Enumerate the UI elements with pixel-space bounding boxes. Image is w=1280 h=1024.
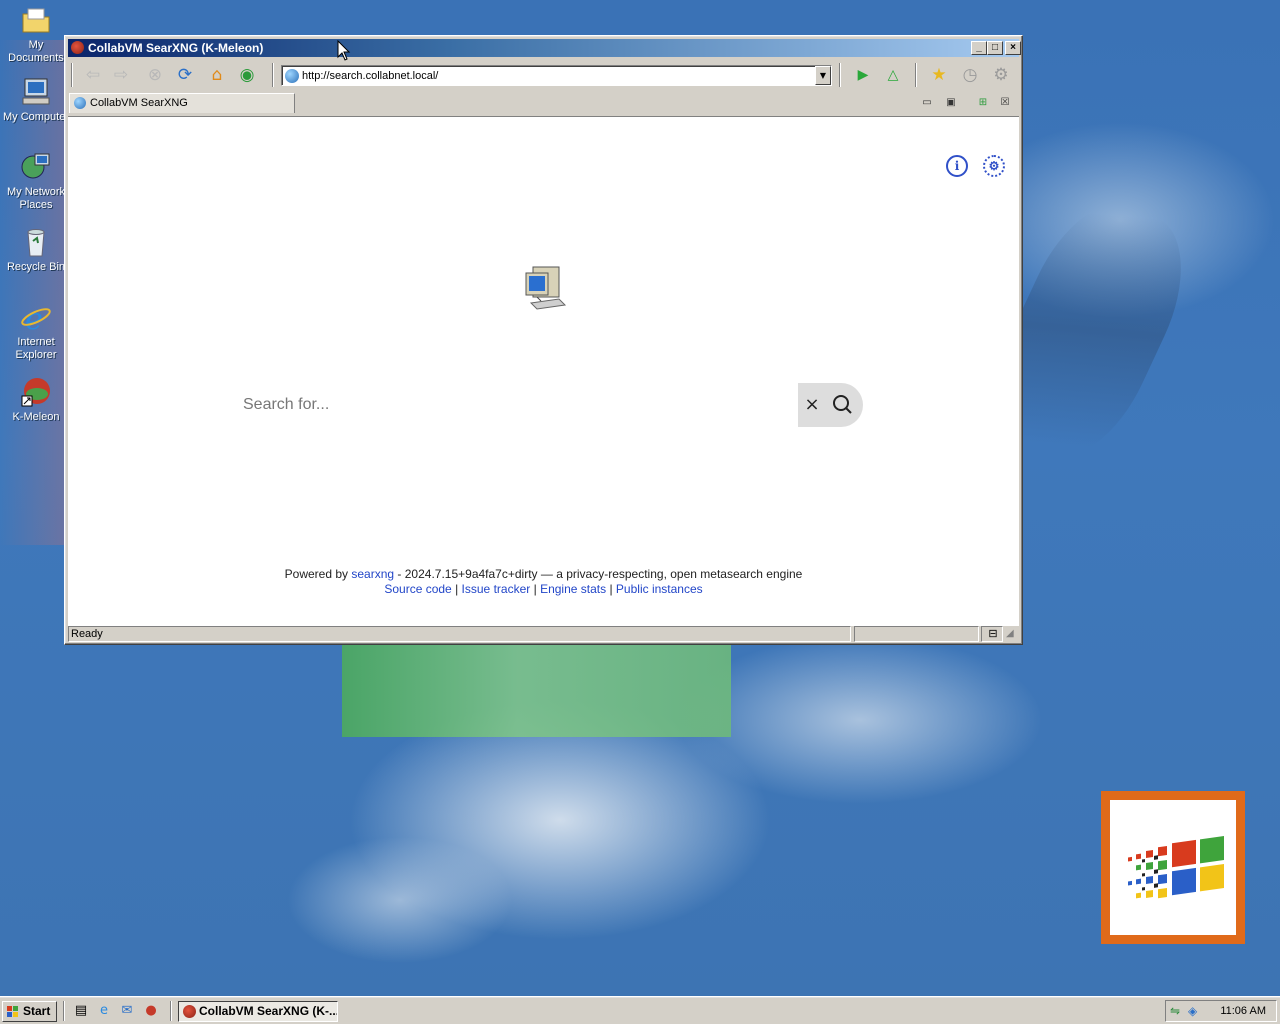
tab-bar: CollabVM SearXNG ▭ ▣ ⊞ ☒ [69,92,1019,114]
desktop-icon-network-places[interactable]: My Network Places [0,151,72,212]
toolbar-separator [839,63,841,87]
stop-icon[interactable]: ⊗ [143,63,167,87]
volume-tray-icon[interactable]: ◈ [1188,1004,1202,1018]
windows-logo [1101,791,1245,944]
browser-window: CollabVM SearXNG (K-Meleon) _ □ × ⇦ ⇨ ⊗ … [64,35,1023,645]
back-arrow-icon[interactable]: ⇦ [81,63,105,87]
clock-icon[interactable]: ◷ [958,63,982,87]
issue-tracker-link[interactable]: Issue tracker [462,582,531,596]
info-icon[interactable]: i [946,155,968,177]
new-tab-icon[interactable]: ⊞ [975,96,991,110]
desktop-icon-k-meleon[interactable]: K-Meleon [0,376,72,424]
toolbar-separator [915,63,917,87]
taskbar-button-k-meleon[interactable]: CollabVM SearXNG (K-... [178,1001,338,1022]
page-footer: Powered by searxng - 2024.7.15+9a4fa7c+d… [68,567,1019,597]
url-dropdown-button[interactable]: ▼ [815,66,831,85]
desktop-icon-internet-explorer[interactable]: e Internet Explorer [0,301,72,362]
status-bar: Ready ⊟ ◢ [68,626,1019,642]
url-input[interactable] [302,68,812,83]
start-button[interactable]: Start [2,1001,57,1022]
source-code-link[interactable]: Source code [384,582,451,596]
powered-by-line: Powered by searxng - 2024.7.15+9a4fa7c+d… [68,567,1019,582]
computer-icon [19,76,53,108]
desktop-icon-my-documents[interactable]: My Documents [0,4,72,65]
clear-search-button[interactable]: × [798,383,826,427]
close-tab-icon[interactable]: ☒ [997,96,1013,110]
footer-separator: | [455,582,459,596]
footer-links: Source code | Issue tracker | Engine sta… [68,582,1019,597]
k-meleon-quicklaunch-icon[interactable]: ● [143,1003,159,1019]
footer-separator: | [533,582,537,596]
taskbar: Start ▤ e ✉ ● CollabVM SearXNG (K-... ⇋ … [0,996,1280,1024]
wallpaper-green-block [342,645,731,737]
status-text: Ready [68,626,851,642]
windows-start-icon [7,1006,18,1017]
search-actions: × [798,383,863,427]
gear-icon[interactable]: ⚙ [989,63,1013,87]
forward-arrow-icon[interactable]: ⇨ [109,63,133,87]
network-tray-icon[interactable]: ⇋ [1170,1004,1184,1018]
version-text: - 2024.7.15+9a4fa7c+dirty — a privacy-re… [397,567,803,581]
k-meleon-icon [71,41,84,54]
task-label: CollabVM SearXNG (K-... [199,1004,338,1018]
up-icon[interactable]: △ [881,63,905,87]
public-instances-link[interactable]: Public instances [616,582,703,596]
tab-searxng[interactable]: CollabVM SearXNG [69,93,295,113]
title-bar[interactable]: CollabVM SearXNG (K-Meleon) _ □ × [68,39,1021,57]
close-button[interactable]: × [1005,41,1021,55]
address-bar[interactable]: ▼ [281,65,832,86]
play-icon[interactable]: ▶ [851,63,875,87]
new-window-icon[interactable]: ▭ [919,96,935,110]
minimize-button[interactable]: _ [971,41,987,55]
network-icon [19,151,53,183]
maximize-button[interactable]: □ [987,41,1003,55]
preferences-gear-icon[interactable]: ⚙ [983,155,1005,177]
start-label: Start [23,1004,51,1018]
status-progress-panel [854,626,979,642]
k-meleon-icon [19,376,53,408]
search-button[interactable] [828,383,858,427]
outlook-express-icon[interactable]: ✉ [119,1003,135,1019]
searxng-link[interactable]: searxng [351,567,394,581]
searxng-logo-computer-icon [525,266,567,310]
desktop-icon-recycle-bin[interactable]: Recycle Bin [0,226,72,274]
ie-icon: e [19,301,53,337]
toolbar-separator [272,63,274,87]
desktop-icon-my-computer[interactable]: My Computer [0,76,72,124]
system-tray: ⇋ ◈ 11:06 AM [1165,1000,1277,1022]
toolbar-separator [71,63,73,87]
k-meleon-task-icon [183,1005,196,1018]
clock[interactable]: 11:06 AM [1220,1005,1266,1017]
ie-quicklaunch-icon[interactable]: e [96,1003,112,1019]
mouse-cursor-icon [337,40,351,61]
resize-grip-icon[interactable]: ◢ [1006,628,1014,639]
quicklaunch-separator [63,1001,65,1021]
window-title: CollabVM SearXNG (K-Meleon) [88,41,264,55]
reload-icon[interactable]: ⟳ [173,63,197,87]
recycle-bin-icon [19,226,53,258]
status-security-icon: ⊟ [981,626,1003,642]
powered-by-text: Powered by [284,567,349,581]
show-desktop-icon[interactable]: ▤ [73,1003,89,1019]
taskbar-separator [170,1001,172,1021]
home-icon[interactable]: ⌂ [205,63,229,87]
svg-text:e: e [25,302,43,333]
search-input[interactable] [233,383,798,427]
navigation-toolbar: ⇦ ⇨ ⊗ ⟳ ⌂ ◉ ▼ ▶ △ ★ ◷ ⚙ [69,60,1019,90]
folder-icon [19,4,53,36]
tab-favicon-icon [74,97,86,109]
globe-icon[interactable]: ◉ [235,63,259,87]
page-viewport: i ⚙ × Powered by searxng - 2024.7.15+ [68,116,1019,626]
page-globe-icon [285,69,299,83]
tab-list-icon[interactable]: ▣ [943,96,959,110]
magnifier-icon [833,395,852,414]
tab-label: CollabVM SearXNG [90,97,188,109]
windows-flag-icon [1128,835,1224,899]
engine-stats-link[interactable]: Engine stats [540,582,606,596]
star-icon[interactable]: ★ [927,63,951,87]
footer-separator: | [609,582,613,596]
